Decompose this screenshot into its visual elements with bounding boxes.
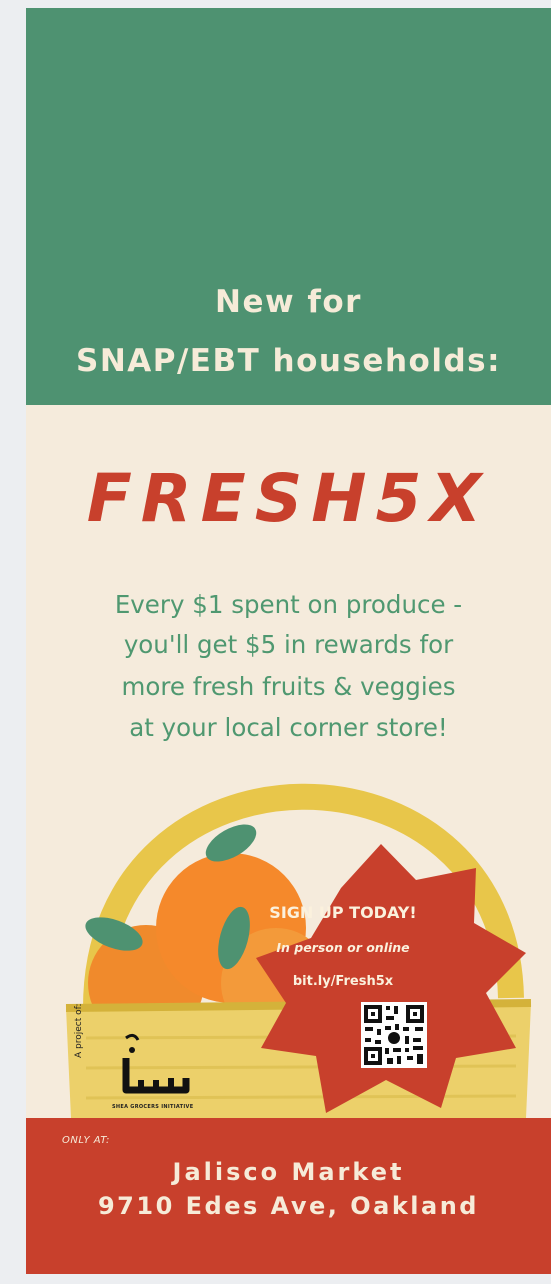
callout-link[interactable]: bit.ly/Fresh5x: [258, 974, 428, 989]
flyer: New for SNAP/EBT households: FRESH5X Eve…: [26, 8, 551, 1274]
store-address: 9710 Edes Ave, Oakland: [97, 1192, 479, 1220]
store-name: Jalisco Market: [172, 1158, 405, 1186]
callout-subtitle: In person or online: [276, 940, 410, 955]
qr-code[interactable]: [361, 1002, 427, 1068]
headline-line-2: SNAP/EBT households:: [76, 343, 501, 379]
headline-line-1: New for: [215, 284, 362, 320]
organization-name: SHEA GROCERS INITIATIVE: [112, 1104, 194, 1110]
callout-title: SIGN UP TODAY!: [269, 903, 417, 922]
description-line-1: Every $1 spent on produce -: [114, 590, 463, 619]
only-at-label: ONLY AT:: [62, 1135, 110, 1146]
project-of-label: A project of:: [74, 1003, 84, 1058]
description-line-4: at your local corner store!: [129, 713, 448, 742]
brand-title: FRESH5X: [86, 460, 491, 537]
description-line-2: you'll get $5 in rewards for: [123, 630, 454, 659]
description-line-3: more fresh fruits & veggies: [121, 672, 456, 701]
